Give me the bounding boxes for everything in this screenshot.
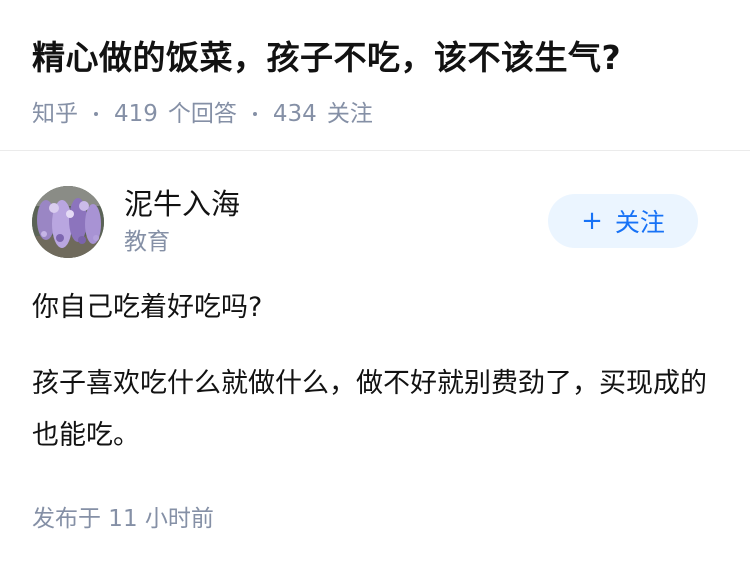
author-tag: 教育 xyxy=(124,229,170,255)
follow-count-label: 关注 xyxy=(326,101,373,127)
question-header: 精心做的饭菜，孩子不吃，该不该生气? 知乎 419 个回答 434 关注 xyxy=(32,30,732,130)
source-label: 知乎 xyxy=(32,101,78,127)
answer-paragraph: 孩子喜欢吃什么就做什么，做不好就别费劲了，买现成的也能吃。 xyxy=(32,368,707,451)
answer-paragraph: 你自己吃着好吃吗? xyxy=(32,292,263,323)
answer-content[interactable]: 你自己吃着好吃吗? 孩子喜欢吃什么就做什么，做不好就别费劲了，买现成的也能吃。 xyxy=(32,282,718,462)
avatar-image xyxy=(32,186,104,258)
answer-card: 泥牛入海 教育 + 关注 你自己吃着好吃吗? 孩子喜欢吃什么就做什么，做不好就别… xyxy=(32,184,718,486)
answer-count: 419 xyxy=(114,101,158,127)
answer-count-label: 个回答 xyxy=(167,101,237,127)
author-name[interactable]: 泥牛入海 xyxy=(124,184,240,224)
author-row: 泥牛入海 教育 + 关注 xyxy=(32,184,718,260)
follow-button[interactable]: + 关注 xyxy=(548,194,698,248)
publish-time: 发布于 11 小时前 xyxy=(32,506,214,532)
question-meta: 知乎 419 个回答 434 关注 xyxy=(32,98,732,130)
plus-icon: + xyxy=(581,206,603,236)
wisteria-flowers-avatar[interactable] xyxy=(32,186,104,258)
follow-count: 434 xyxy=(272,101,317,127)
divider xyxy=(0,150,750,151)
separator-dot xyxy=(94,112,98,116)
separator-dot xyxy=(252,112,257,116)
question-title[interactable]: 精心做的饭菜，孩子不吃，该不该生气? xyxy=(32,30,732,86)
follow-button-label: 关注 xyxy=(614,208,665,237)
author-info: 泥牛入海 教育 xyxy=(124,184,240,258)
